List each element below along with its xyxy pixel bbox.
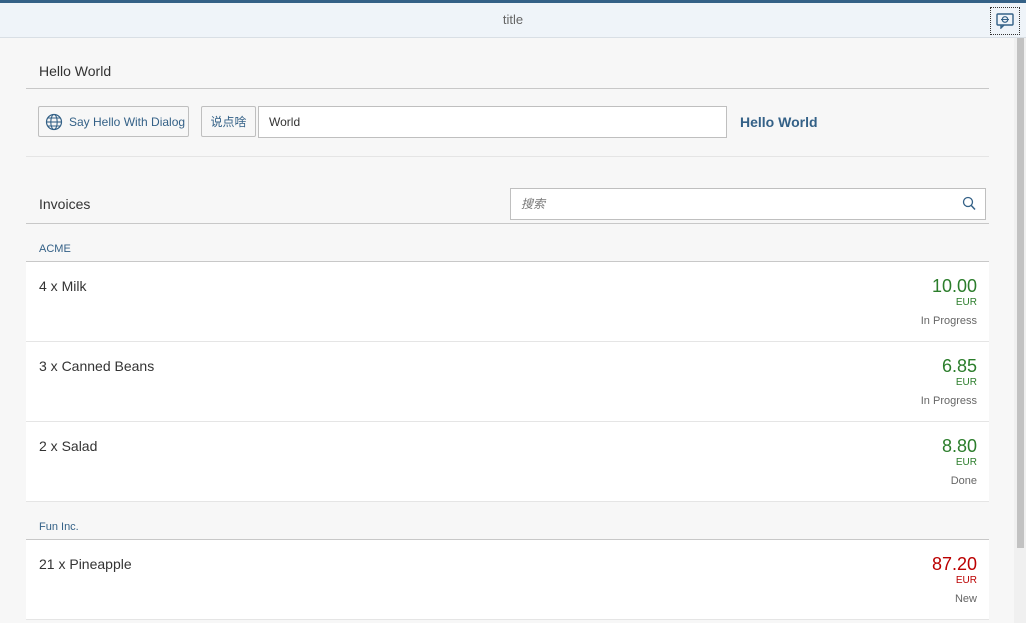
invoice-item[interactable]: 4 x Milk 10.00 EUR In Progress bbox=[26, 262, 989, 342]
invoice-amount: 6.85 bbox=[941, 356, 977, 376]
invoice-status: In Progress bbox=[920, 395, 977, 407]
invoice-item[interactable]: 2 x Salad 8.80 EUR Done bbox=[26, 422, 989, 502]
invoice-amount: 8.80 bbox=[941, 436, 977, 456]
globe-icon bbox=[45, 113, 63, 130]
group-name: Fun Inc. bbox=[39, 521, 79, 533]
hello-panel: Hello World Say Hello With Dialog 说点啥 Wo… bbox=[26, 38, 989, 157]
group-name: ACME bbox=[39, 243, 71, 255]
invoice-title: 21 x Pineapple bbox=[39, 556, 132, 572]
invoice-currency: EUR bbox=[955, 575, 977, 586]
invoice-list-header: Invoices bbox=[26, 178, 989, 224]
search-field[interactable] bbox=[510, 188, 986, 220]
invoice-status: In Progress bbox=[920, 315, 977, 327]
invoice-list-title: Invoices bbox=[39, 196, 91, 212]
hello-output-text: Hello World bbox=[740, 114, 818, 130]
invoice-status: New bbox=[954, 593, 977, 605]
say-hello-dialog-button[interactable]: Say Hello With Dialog bbox=[38, 106, 189, 137]
say-button[interactable]: 说点啥 bbox=[201, 106, 256, 137]
page-title: title bbox=[502, 12, 524, 27]
divider bbox=[26, 156, 989, 157]
name-input[interactable]: World bbox=[258, 106, 727, 138]
feedback-button[interactable] bbox=[990, 7, 1020, 35]
invoice-currency: EUR bbox=[955, 377, 977, 388]
invoice-currency: EUR bbox=[955, 457, 977, 468]
scrollbar-thumb[interactable] bbox=[1017, 38, 1024, 548]
invoice-title: 3 x Canned Beans bbox=[39, 358, 155, 374]
vertical-scrollbar[interactable] bbox=[1014, 38, 1026, 623]
hello-panel-title: Hello World bbox=[39, 63, 112, 79]
main-content: Hello World Say Hello With Dialog 说点啥 Wo… bbox=[26, 38, 989, 623]
invoice-status: Done bbox=[950, 475, 977, 487]
divider bbox=[26, 88, 989, 89]
say-button-label: 说点啥 bbox=[210, 115, 247, 129]
invoice-list: Invoices ACME 4 x Milk 10.00 EUR In Prog… bbox=[26, 178, 989, 620]
invoice-item[interactable]: 21 x Pineapple 87.20 EUR New bbox=[26, 540, 989, 620]
group-header-acme: ACME bbox=[26, 224, 989, 262]
group-header-fun-inc: Fun Inc. bbox=[26, 502, 989, 540]
app-header: title bbox=[0, 3, 1026, 38]
invoice-currency: EUR bbox=[955, 297, 977, 308]
invoice-title: 4 x Milk bbox=[39, 278, 87, 294]
say-hello-dialog-label: Say Hello With Dialog bbox=[69, 114, 186, 129]
invoice-amount: 10.00 bbox=[931, 276, 977, 296]
search-input[interactable] bbox=[521, 189, 941, 219]
invoice-amount: 87.20 bbox=[931, 554, 977, 574]
invoice-item[interactable]: 3 x Canned Beans 6.85 EUR In Progress bbox=[26, 342, 989, 422]
invoice-title: 2 x Salad bbox=[39, 438, 98, 454]
feedback-icon bbox=[996, 13, 1014, 29]
search-icon[interactable] bbox=[962, 196, 976, 212]
